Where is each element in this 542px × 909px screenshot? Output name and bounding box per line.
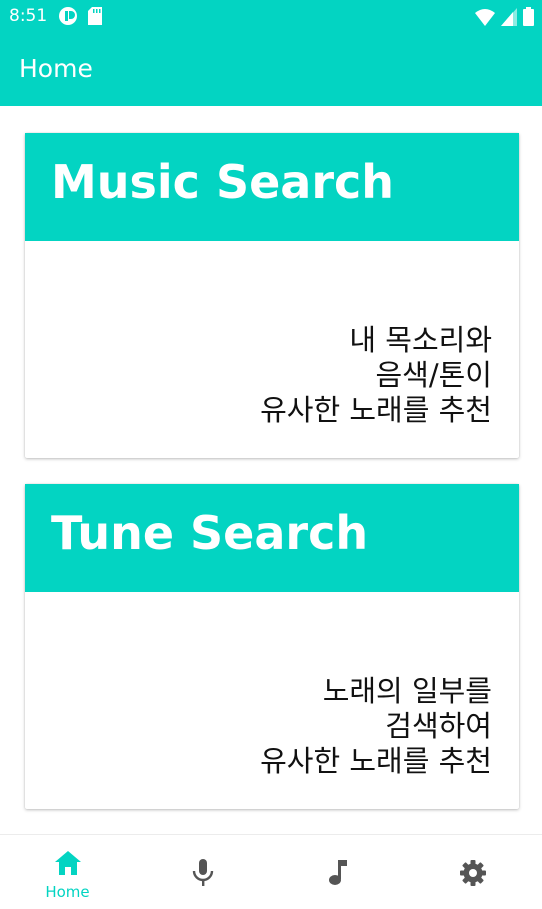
nav-item-music[interactable] bbox=[270, 835, 405, 909]
mic-icon bbox=[192, 859, 214, 891]
app-notification-icon bbox=[58, 6, 78, 30]
card-title: Tune Search bbox=[51, 506, 369, 560]
card-header: Tune Search bbox=[25, 484, 519, 592]
cell-signal-icon bbox=[501, 7, 517, 30]
tune-search-card[interactable]: Tune Search 노래의 일부를 검색하여 유사한 노래를 추천 bbox=[25, 484, 519, 809]
status-right-icons bbox=[475, 7, 534, 30]
sd-card-icon bbox=[88, 7, 102, 29]
home-icon bbox=[54, 850, 82, 880]
main-content: Music Search 내 목소리와 음색/톤이 유사한 노래를 추천 Tun… bbox=[0, 106, 542, 834]
app-bar-title: Home bbox=[19, 54, 93, 83]
card-title: Music Search bbox=[51, 155, 395, 209]
app-bar: Home bbox=[0, 34, 542, 106]
nav-item-settings[interactable] bbox=[405, 835, 540, 909]
status-left-icons bbox=[58, 6, 102, 30]
bottom-navigation: Home bbox=[0, 834, 542, 909]
nav-item-label: Home bbox=[45, 883, 90, 901]
wifi-icon bbox=[475, 8, 495, 30]
card-description: 노래의 일부를 검색하여 유사한 노래를 추천 bbox=[260, 674, 492, 778]
settings-icon bbox=[459, 859, 487, 891]
nav-item-mic[interactable] bbox=[135, 835, 270, 909]
music-search-card[interactable]: Music Search 내 목소리와 음색/톤이 유사한 노래를 추천 bbox=[25, 133, 519, 458]
battery-icon bbox=[523, 7, 534, 30]
status-time: 8:51 bbox=[9, 6, 48, 26]
card-header: Music Search bbox=[25, 133, 519, 241]
nav-item-home[interactable]: Home bbox=[0, 835, 135, 909]
status-bar: 8:51 bbox=[0, 0, 542, 34]
music-note-icon bbox=[327, 859, 349, 891]
card-description: 내 목소리와 음색/톤이 유사한 노래를 추천 bbox=[260, 323, 492, 427]
